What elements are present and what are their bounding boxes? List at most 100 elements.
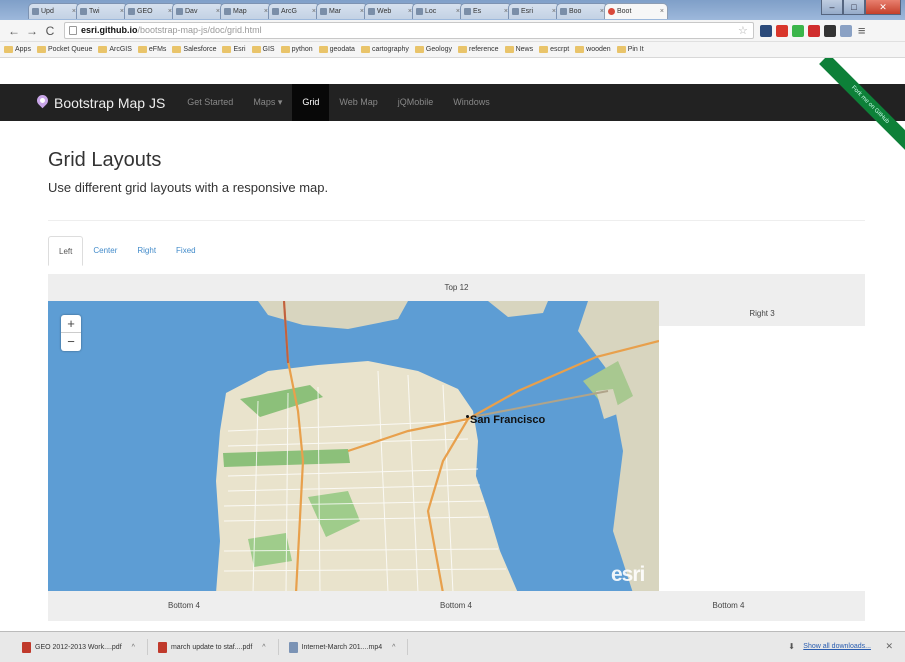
tab-list: Upd × Twi × GEO × Dav × Map × ArcG × Mar × Web × Loc × Es ×… — [28, 3, 668, 19]
browser-tab[interactable]: Map × — [220, 3, 272, 19]
browser-tab[interactable]: Web × — [364, 3, 416, 19]
bookmark-item[interactable]: eFMs — [137, 46, 166, 53]
folder-icon — [539, 46, 549, 53]
nav-link-item[interactable]: Maps ▾ — [243, 84, 292, 121]
bookmark-label: Pin It — [627, 46, 644, 53]
divider — [48, 220, 865, 221]
tab-favicon-icon — [464, 8, 471, 15]
extension-pocket-icon[interactable] — [807, 24, 820, 37]
divider — [407, 639, 409, 655]
folder-icon — [280, 46, 290, 53]
chevron-up-icon[interactable]: ^ — [262, 644, 265, 651]
city-label: San Francisco — [470, 414, 546, 426]
download-filename: Internet-March 201....mp4 — [301, 643, 383, 651]
bookmark-label: escrpt — [550, 46, 570, 53]
chevron-up-icon[interactable]: ^ — [132, 644, 135, 651]
folder-icon — [504, 46, 514, 53]
tab-favicon-icon — [608, 8, 615, 15]
back-button[interactable]: ← — [6, 23, 22, 39]
browser-tab[interactable]: Twi × — [76, 3, 128, 19]
extension-window-icon[interactable] — [839, 24, 852, 37]
close-shelf-icon[interactable]: ✕ — [885, 641, 893, 652]
tab-favicon-icon — [512, 8, 519, 15]
browser-tab[interactable]: Es × — [460, 3, 512, 19]
bookmark-item[interactable]: geodata — [318, 46, 355, 53]
extension-green-icon[interactable] — [791, 24, 804, 37]
folder-icon — [4, 46, 13, 53]
browser-tab[interactable]: Boo × — [556, 3, 608, 19]
folder-icon — [414, 46, 424, 53]
bookmark-item[interactable]: Pin It — [616, 46, 644, 53]
bookmark-label: Esri — [233, 46, 246, 53]
bookmark-item[interactable]: cartography — [360, 46, 409, 53]
reload-button[interactable]: C — [42, 23, 58, 39]
page-icon — [69, 26, 77, 35]
extension-dark-icon[interactable] — [823, 24, 836, 37]
bookmark-item[interactable]: Apps — [4, 46, 31, 53]
extension-red-icon[interactable] — [775, 24, 788, 37]
extension-shield-icon[interactable] — [759, 24, 772, 37]
tab-layout-option[interactable]: Right — [127, 236, 166, 266]
esri-logo[interactable]: esri — [611, 563, 645, 587]
browser-tab-strip: Upd × Twi × GEO × Dav × Map × ArcG × Mar × Web × Loc × Es ×… — [0, 0, 905, 20]
browser-tab[interactable]: Boot × — [604, 3, 668, 19]
show-all-downloads-link[interactable]: Show all downloads... — [803, 643, 871, 650]
tab-layout-option[interactable]: Left — [48, 236, 84, 266]
folder-icon — [36, 46, 46, 53]
bookmark-item[interactable]: ArcGIS — [98, 46, 132, 53]
forward-button[interactable]: → — [24, 23, 40, 39]
browser-tab[interactable]: Esri × — [508, 3, 560, 19]
tab-layout-option[interactable]: Center — [83, 236, 127, 266]
browser-tab[interactable]: Dav × — [172, 3, 224, 19]
nav-link-item[interactable]: Web Map — [329, 84, 387, 121]
zoom-out-button[interactable]: − — [61, 333, 81, 351]
address-bar[interactable]: esri.github.io/bootstrap-map-js/doc/grid… — [64, 22, 754, 39]
folder-icon — [172, 46, 182, 53]
nav-link-item[interactable]: Windows — [443, 84, 500, 121]
grid-bottom-4: Bottom 4 — [48, 591, 320, 621]
bookmark-label: Apps — [15, 46, 31, 53]
chevron-up-icon[interactable]: ^ — [392, 644, 395, 651]
bookmark-label: geodata — [329, 46, 355, 53]
download-item[interactable]: GEO 2012-2013 Work....pdf ^ — [22, 641, 135, 653]
bookmark-item[interactable]: python — [280, 46, 313, 53]
file-icon — [157, 641, 167, 653]
zoom-in-button[interactable]: + — [61, 315, 81, 333]
browser-tab[interactable]: GEO × — [124, 3, 176, 19]
tab-close-icon[interactable]: × — [660, 8, 664, 15]
bookmark-item[interactable]: GIS — [251, 46, 275, 53]
browser-tab[interactable]: Mar × — [316, 3, 368, 19]
browser-tab[interactable]: ArcG × — [268, 3, 320, 19]
tab-label: Map — [233, 8, 247, 15]
maximize-button[interactable]: □ — [843, 0, 865, 15]
folder-icon — [616, 46, 626, 53]
bookmark-item[interactable]: Pocket Queue — [36, 46, 92, 53]
download-item[interactable]: march update to staf....pdf ^ — [157, 641, 266, 653]
bookmark-item[interactable]: Geology — [414, 46, 452, 53]
download-item[interactable]: Internet-March 201....mp4 ^ — [288, 641, 395, 653]
folder-icon — [98, 46, 108, 53]
file-icon — [288, 641, 298, 653]
nav-link-item[interactable]: Grid — [292, 84, 330, 121]
bookmark-item[interactable]: wooden — [575, 46, 611, 53]
nav-link-item[interactable]: jQMobile — [388, 84, 444, 121]
nav-link-item[interactable]: Get Started — [177, 84, 243, 121]
bookmark-item[interactable]: News — [504, 46, 533, 53]
bookmark-star-icon[interactable]: ☆ — [738, 24, 748, 37]
minimize-button[interactable]: – — [821, 0, 843, 15]
bookmark-item[interactable]: reference — [458, 46, 499, 53]
folder-icon — [251, 46, 261, 53]
tab-layout-option[interactable]: Fixed — [166, 236, 206, 266]
menu-icon[interactable]: ≡ — [858, 23, 866, 38]
tab-label: ArcG — [281, 8, 297, 15]
bookmark-item[interactable]: Esri — [222, 46, 246, 53]
bookmark-item[interactable]: escrpt — [539, 46, 569, 53]
close-window-button[interactable]: ✕ — [865, 0, 901, 15]
browser-tab[interactable]: Loc × — [412, 3, 464, 19]
map[interactable]: + − San Francisco esri — [48, 301, 659, 593]
brand[interactable]: Bootstrap Map JS — [37, 95, 165, 111]
folder-icon — [458, 46, 467, 53]
folder-icon — [222, 46, 232, 53]
browser-tab[interactable]: Upd × — [28, 3, 80, 19]
bookmark-item[interactable]: Salesforce — [172, 46, 216, 53]
